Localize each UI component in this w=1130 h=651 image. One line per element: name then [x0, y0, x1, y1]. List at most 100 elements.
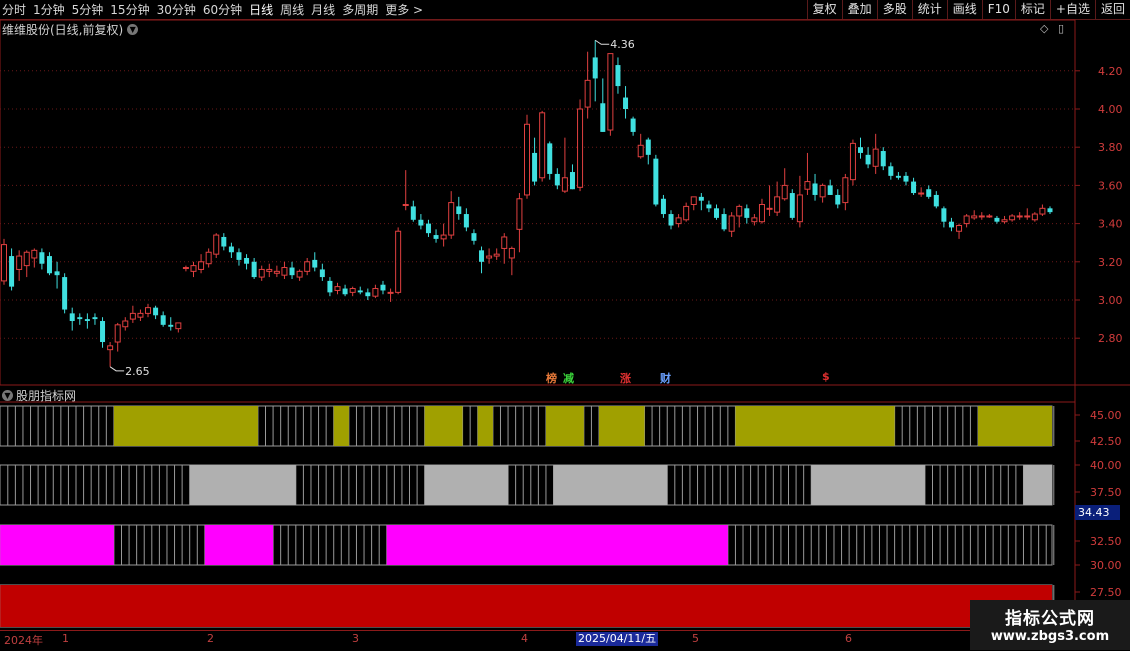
candle-body-125	[948, 221, 954, 228]
candle-body-79	[600, 103, 606, 132]
candle-body-106	[804, 181, 811, 190]
candle-body-16	[122, 320, 129, 328]
ind-tick-label-3: 37.50	[1090, 486, 1122, 499]
candle-body-35	[266, 268, 273, 272]
cursor-value-badge: 34.43	[1075, 505, 1120, 520]
candle-body-108	[819, 184, 826, 198]
candle-body-122	[926, 189, 932, 197]
candle-body-20	[153, 307, 159, 316]
ind-tick-label-2: 32.50	[1090, 535, 1122, 548]
candle-body-90	[683, 205, 690, 221]
chevron-down-icon[interactable]: ▼	[127, 24, 139, 35]
candle-body-89	[675, 217, 682, 225]
candle-body-65	[493, 253, 500, 257]
candle-body-107	[812, 183, 818, 195]
candle-body-134	[1016, 215, 1023, 218]
chevron-down-icon[interactable]: ▼	[2, 390, 13, 401]
ind-tick-label-0: 27.50	[1090, 586, 1122, 599]
candle-body-54	[410, 206, 416, 220]
candle-body-97	[736, 205, 743, 217]
candle-body-11	[84, 319, 90, 322]
candle-body-14	[107, 345, 114, 351]
candle-body-86	[653, 158, 659, 205]
candle-body-120	[911, 181, 917, 194]
candle-body-1	[9, 256, 15, 287]
candle-body-4	[31, 249, 38, 259]
band-3-segment-0	[0, 525, 114, 565]
candle-body-121	[918, 192, 925, 195]
candle-body-130	[986, 215, 993, 218]
candle-body-39	[296, 270, 303, 278]
price-tick-label-0: 2.80	[1098, 332, 1123, 345]
candle-body-3	[23, 251, 30, 267]
candle-body-28	[213, 234, 220, 255]
event-marker-3[interactable]: 财	[660, 370, 671, 386]
main-panel-title[interactable]: 维维股份(日线,前复权) ▼	[2, 21, 139, 38]
candle-body-98	[744, 208, 750, 218]
indicator-panel-title[interactable]: ▼ 股朋指标网	[2, 387, 76, 404]
candle-body-85	[645, 139, 651, 155]
month-label-1: 2	[207, 632, 214, 645]
candle-body-56	[425, 223, 431, 234]
candle-body-60	[456, 206, 462, 215]
candle-body-69	[524, 123, 530, 196]
candle-body-81	[615, 65, 621, 87]
event-marker-1[interactable]: 减	[563, 370, 574, 386]
candle-body-111	[842, 177, 849, 204]
candle-body-58	[440, 234, 447, 240]
candle-body-105	[796, 194, 803, 223]
month-label-5: 6	[845, 632, 852, 645]
candle-body-118	[895, 175, 901, 178]
candle-body-91	[690, 196, 697, 206]
candle-body-37	[281, 267, 288, 276]
low-label: 2.65	[125, 365, 149, 378]
watermark-logo: 指标公式网 www.zbgs3.com	[970, 600, 1130, 650]
candle-body-123	[933, 194, 939, 207]
candle-body-124	[941, 208, 947, 222]
candle-body-36	[273, 270, 280, 274]
ind-tick-label-4: 40.00	[1090, 459, 1122, 472]
candle-body-109	[827, 185, 833, 195]
panel-icon[interactable]: ▯	[1058, 22, 1064, 35]
candle-body-100	[758, 204, 765, 223]
candle-body-99	[751, 217, 758, 223]
month-label-2: 3	[352, 632, 359, 645]
candle-body-34	[258, 268, 265, 278]
candle-body-25	[190, 265, 197, 272]
candle-body-75	[569, 172, 575, 190]
candle-body-8	[62, 277, 68, 310]
candle-body-55	[418, 219, 424, 226]
band-1-segment-6	[735, 406, 895, 446]
candle-body-104	[789, 193, 795, 218]
candle-body-18	[137, 312, 144, 318]
candle-body-96	[728, 215, 735, 232]
event-marker-4[interactable]: $	[822, 370, 830, 383]
candle-body-128	[971, 215, 978, 219]
candle-body-95	[721, 214, 727, 230]
panel-corner-icons: ◇ ▯	[1040, 22, 1064, 35]
candle-body-42	[319, 269, 325, 278]
candle-body-138	[1047, 208, 1053, 213]
candle-body-67	[508, 247, 515, 259]
price-tick-label-4: 3.60	[1098, 179, 1123, 192]
candle-body-92	[698, 196, 704, 201]
high-label: 4.36	[610, 38, 635, 51]
event-marker-2[interactable]: 涨	[620, 370, 631, 386]
band-1-segment-2	[424, 406, 463, 446]
candle-body-101	[766, 207, 773, 210]
event-marker-0[interactable]: 榜	[546, 370, 557, 386]
chart-canvas[interactable]: 2.80 3.00 3.20 3.40 3.60 3.80 4.00 4.20 4.36 2.65…	[0, 0, 1130, 650]
candle-body-112	[849, 142, 856, 181]
band-2-segment-3	[811, 465, 925, 505]
watermark-name: 指标公式网	[1005, 609, 1095, 629]
candle-body-62	[471, 233, 477, 241]
candle-body-119	[903, 175, 909, 182]
candle-body-27	[205, 251, 212, 265]
candle-body-50	[380, 284, 386, 291]
month-label-4: 5	[692, 632, 699, 645]
diamond-icon[interactable]: ◇	[1040, 22, 1048, 35]
candle-body-49	[372, 288, 379, 297]
candle-body-22	[168, 324, 174, 327]
watermark-url: www.zbgs3.com	[990, 629, 1110, 644]
band-4-segment-0	[0, 585, 1052, 627]
